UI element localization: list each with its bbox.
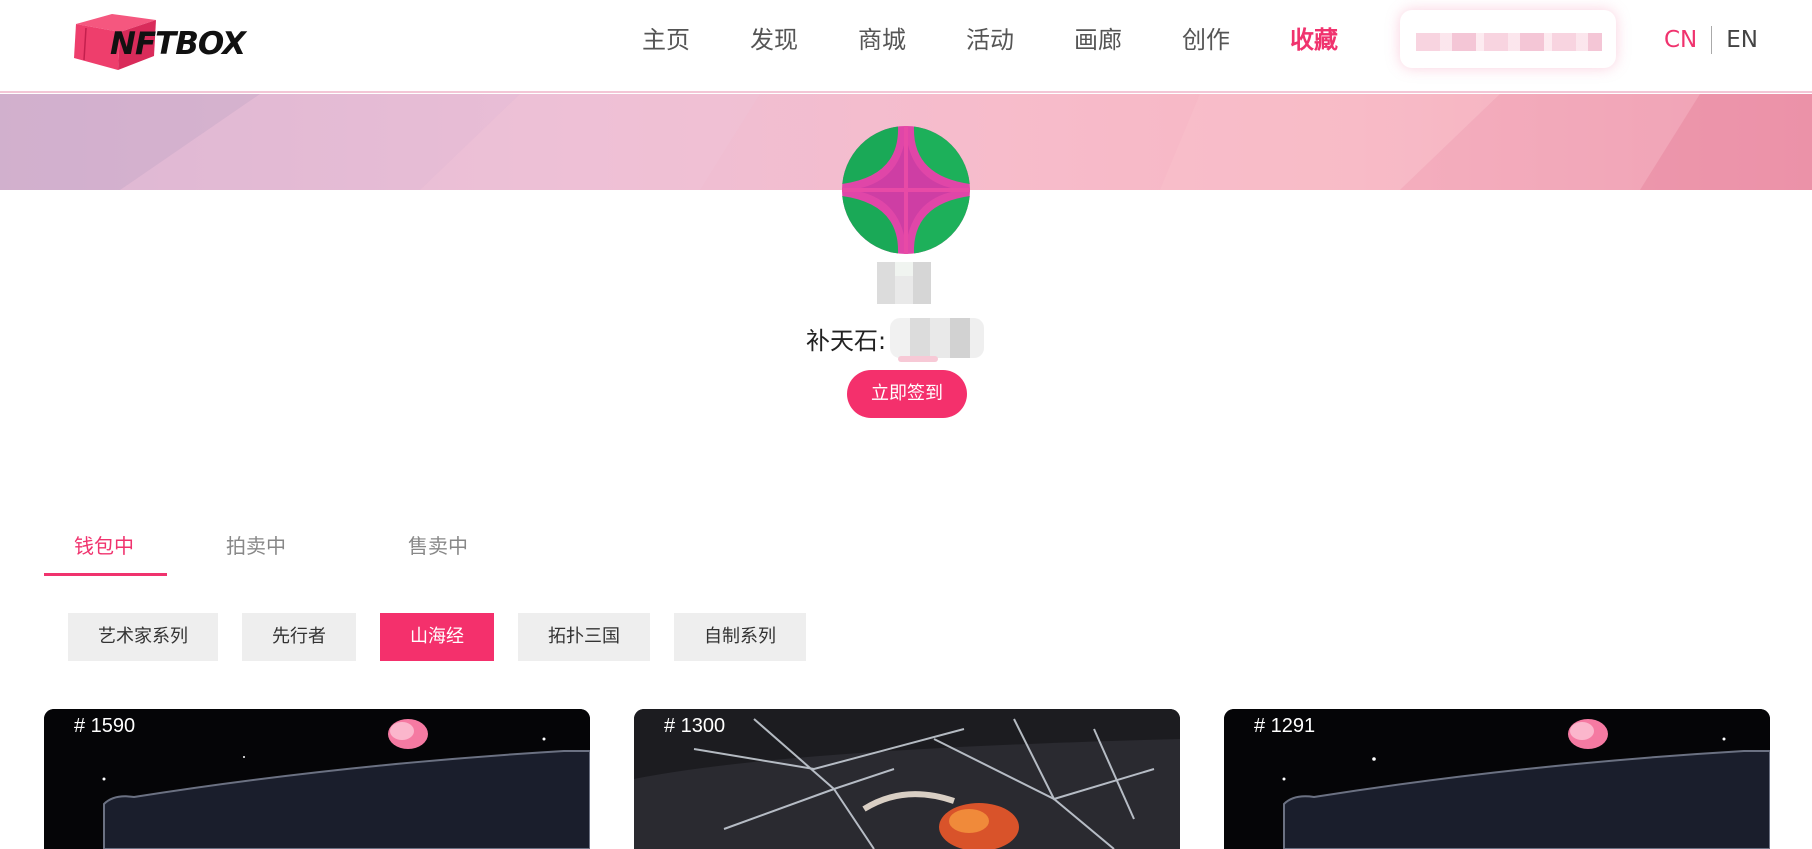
nft-number: # 1300	[664, 715, 726, 737]
nav-create[interactable]: 创作	[1152, 0, 1260, 80]
redacted-username	[877, 262, 931, 304]
stone-label: 补天石:	[806, 326, 887, 355]
nft-number: # 1590	[74, 715, 136, 737]
redacted-stone-value	[890, 318, 985, 362]
nft-number: # 1291	[1254, 715, 1316, 737]
lang-en-option[interactable]: EN	[1726, 27, 1758, 53]
nav-activity[interactable]: 活动	[936, 0, 1044, 80]
nftbox-logo[interactable]: NFTBOX	[72, 6, 258, 78]
user-avatar[interactable]	[842, 126, 970, 254]
category-shanhaijing[interactable]: 山海经	[380, 613, 494, 661]
nav-mall[interactable]: 商城	[828, 0, 936, 80]
account-address-box[interactable]	[1400, 10, 1616, 68]
main-nav: 主页 发现 商城 活动 画廊 创作 收藏	[612, 0, 1368, 80]
top-header: NFTBOX 主页 发现 商城 活动 画廊 创作 收藏 CN EN	[0, 0, 1812, 93]
lang-cn-option[interactable]: CN	[1664, 27, 1697, 53]
category-topology-three-kingdoms[interactable]: 拓扑三国	[518, 613, 650, 661]
lang-divider	[1711, 26, 1713, 54]
collection-tabs: 钱包中 拍卖中 售卖中	[44, 524, 590, 576]
category-artist-series[interactable]: 艺术家系列	[68, 613, 218, 661]
stone-balance: 补天石:	[806, 318, 985, 362]
logo-text: NFTBOX	[110, 26, 246, 62]
language-switch: CN EN	[1664, 22, 1758, 58]
nav-discover[interactable]: 发现	[720, 0, 828, 80]
tab-auction[interactable]: 拍卖中	[226, 524, 408, 576]
nft-card[interactable]: # 1300	[634, 709, 1180, 849]
nav-home[interactable]: 主页	[612, 0, 720, 80]
category-filter: 艺术家系列 先行者 山海经 拓扑三国 自制系列	[68, 613, 806, 661]
nav-collection[interactable]: 收藏	[1260, 0, 1368, 80]
category-pioneer[interactable]: 先行者	[242, 613, 356, 661]
nft-card[interactable]: # 1590	[44, 709, 590, 849]
category-custom-series[interactable]: 自制系列	[674, 613, 806, 661]
nft-card[interactable]: # 1291	[1224, 709, 1770, 849]
nav-gallery[interactable]: 画廊	[1044, 0, 1152, 80]
tab-selling[interactable]: 售卖中	[408, 524, 590, 576]
avatar-pattern-icon	[842, 126, 970, 254]
signin-button[interactable]: 立即签到	[847, 370, 967, 418]
redacted-address	[1416, 33, 1602, 51]
tab-wallet[interactable]: 钱包中	[44, 524, 226, 576]
